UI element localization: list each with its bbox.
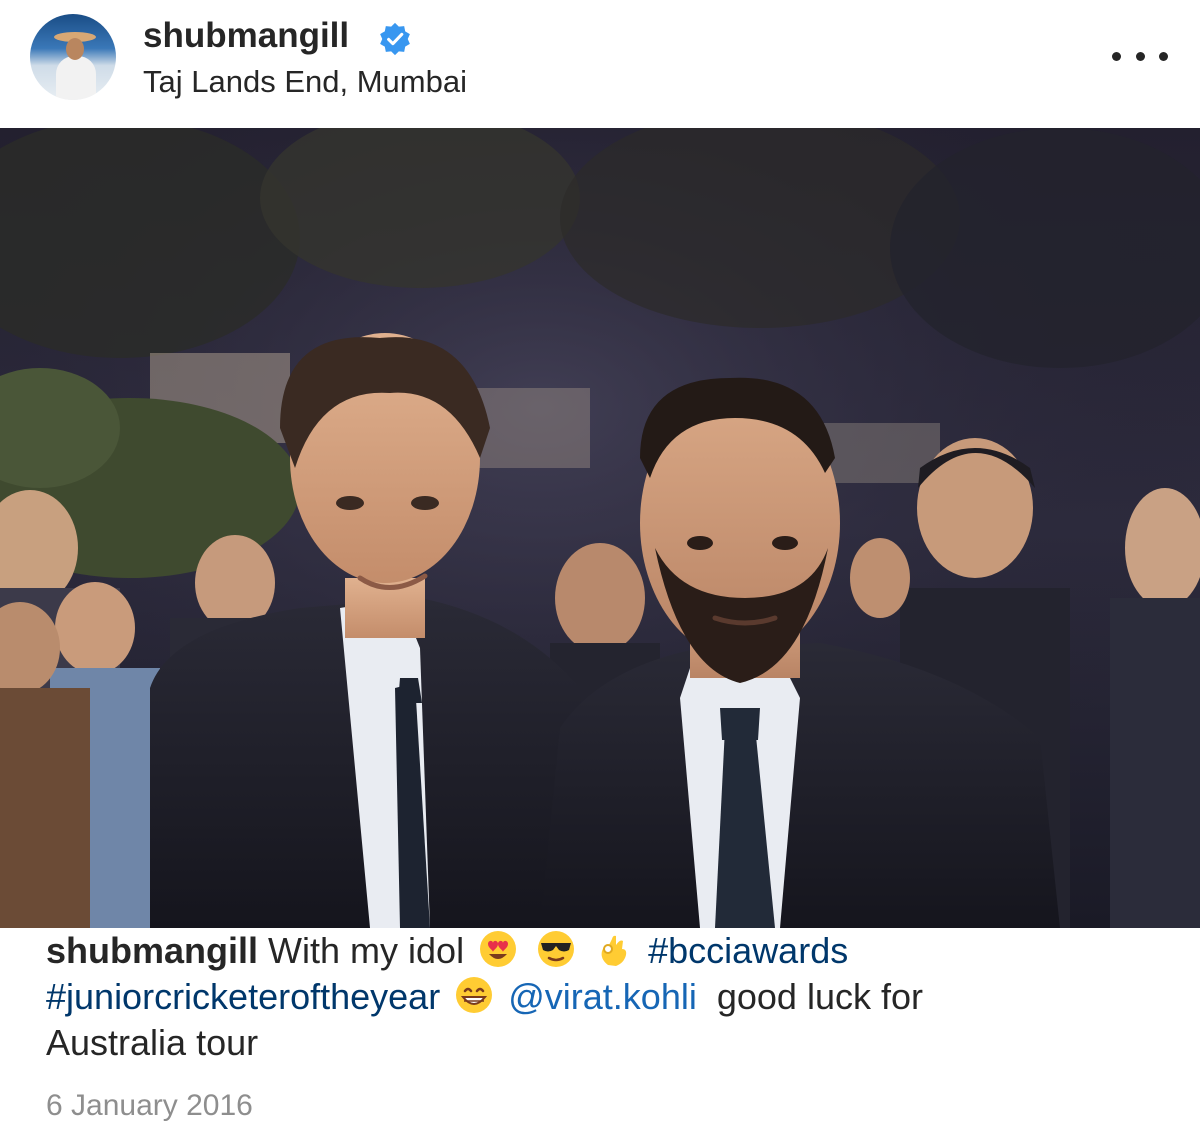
profile-avatar[interactable] xyxy=(30,14,116,100)
post-date: 6 January 2016 xyxy=(46,1089,253,1122)
verified-badge-icon xyxy=(380,22,410,56)
avatar-head xyxy=(66,38,84,60)
ok-hand-emoji-icon xyxy=(601,935,627,966)
avatar-figure xyxy=(56,56,96,100)
post-caption: shubmangill With my idol #bcciawards #ju… xyxy=(46,928,1166,1066)
post-header: shubmangill Taj Lands End, Mumbai xyxy=(0,0,1200,128)
hashtag-juniorcricketeroftheyear[interactable]: #juniorcricketeroftheyear xyxy=(46,976,440,1017)
more-dot xyxy=(1159,51,1168,61)
more-options-icon[interactable] xyxy=(1112,38,1168,74)
post-location[interactable]: Taj Lands End, Mumbai xyxy=(143,62,467,102)
sunglasses-emoji-icon xyxy=(538,931,575,967)
more-dot xyxy=(1135,51,1145,61)
photo-illustration xyxy=(0,128,1200,928)
post-username[interactable]: shubmangill xyxy=(143,14,349,58)
caption-username[interactable]: shubmangill xyxy=(46,930,258,971)
hashtag-bcciawards[interactable]: #bcciawards xyxy=(648,930,848,971)
mention-virat-kohli[interactable]: @virat.kohli xyxy=(508,976,697,1017)
post-photo[interactable] xyxy=(0,128,1200,928)
caption-text: good luck for xyxy=(716,976,923,1017)
caption-text: With my idol xyxy=(268,930,465,971)
caption-text: Australia tour xyxy=(46,1022,259,1063)
grinning-emoji-icon xyxy=(456,977,493,1013)
heart-eyes-emoji-icon xyxy=(480,931,517,967)
more-dot xyxy=(1112,51,1121,61)
